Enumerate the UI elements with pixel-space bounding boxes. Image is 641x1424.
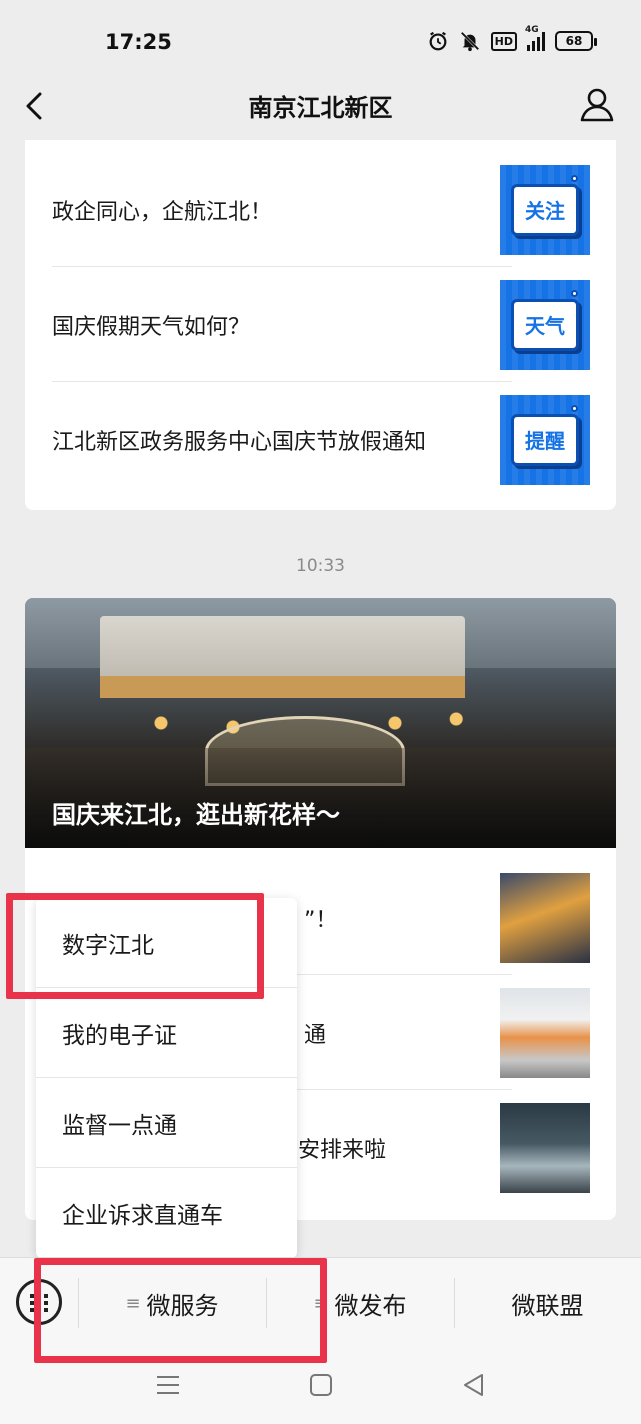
menu-item-my-e-certificate[interactable]: 我的电子证 [36, 988, 297, 1078]
list-item[interactable]: 国庆假期天气如何？ 天气 [52, 267, 616, 382]
status-icons: HD 4G 68 [427, 25, 597, 52]
list-item[interactable]: 江北新区政务服务中心国庆节放假通知 提醒 [52, 382, 616, 497]
hero-image[interactable]: 国庆来江北，逛出新花样～ [25, 598, 616, 848]
article-card-1: 政企同心，企航江北！ 关注 国庆假期天气如何？ 天气 江北新区政务服务中心国庆节… [25, 140, 616, 510]
hero-title: 国庆来江北，逛出新花样～ [52, 801, 340, 829]
highlight-box-tab [34, 1258, 327, 1363]
hd-badge: HD [490, 31, 517, 51]
status-time: 17:25 [105, 30, 172, 54]
mall-photo-thumbnail [500, 872, 590, 963]
list-item[interactable]: 政企同心，企航江北！ 关注 [52, 152, 616, 267]
tab-micro-alliance[interactable]: 微联盟 [454, 1258, 641, 1348]
menu-icon[interactable] [154, 1371, 182, 1399]
network-label: 4G [525, 25, 539, 35]
menu-item-supervision[interactable]: 监督一点通 [36, 1078, 297, 1168]
battery-icon: 68 [555, 31, 597, 51]
article-title: 通 [304, 1022, 327, 1048]
highlight-box-menu-item [6, 893, 264, 999]
article-title: ”！ [304, 907, 338, 933]
article-thumbnail: 天气 [500, 279, 590, 370]
status-bar: 17:25 HD 4G 68 [0, 0, 641, 80]
home-icon[interactable] [307, 1371, 335, 1399]
signal-icon: 4G [525, 25, 545, 51]
message-timestamp: 10:33 [296, 556, 345, 576]
page-title: 南京江北新区 [248, 94, 393, 122]
badge-label: 天气 [511, 298, 579, 351]
article-thumbnail: 提醒 [500, 394, 590, 485]
train-photo-thumbnail [500, 987, 590, 1078]
person-icon[interactable] [577, 84, 617, 124]
tab-label: 微发布 [334, 1291, 407, 1320]
badge-label: 关注 [511, 183, 579, 236]
back-icon[interactable] [460, 1371, 488, 1399]
article-title: 江北新区政务服务中心国庆节放假通知 [52, 429, 427, 455]
mute-bell-icon [460, 31, 479, 52]
article-title: 国庆假期天气如何？ [52, 314, 251, 340]
article-title: 安排来啦 [298, 1137, 387, 1163]
article-thumbnail: 关注 [500, 164, 590, 255]
store-photo-thumbnail [500, 1102, 590, 1193]
tab-label: 微联盟 [511, 1291, 584, 1320]
article-title: 政企同心，企航江北！ [52, 199, 273, 225]
menu-item-enterprise-appeal[interactable]: 企业诉求直通车 [36, 1168, 297, 1258]
badge-label: 提醒 [511, 413, 579, 466]
nav-bar: 南京江北新区 [0, 80, 641, 142]
alarm-icon [429, 31, 447, 51]
